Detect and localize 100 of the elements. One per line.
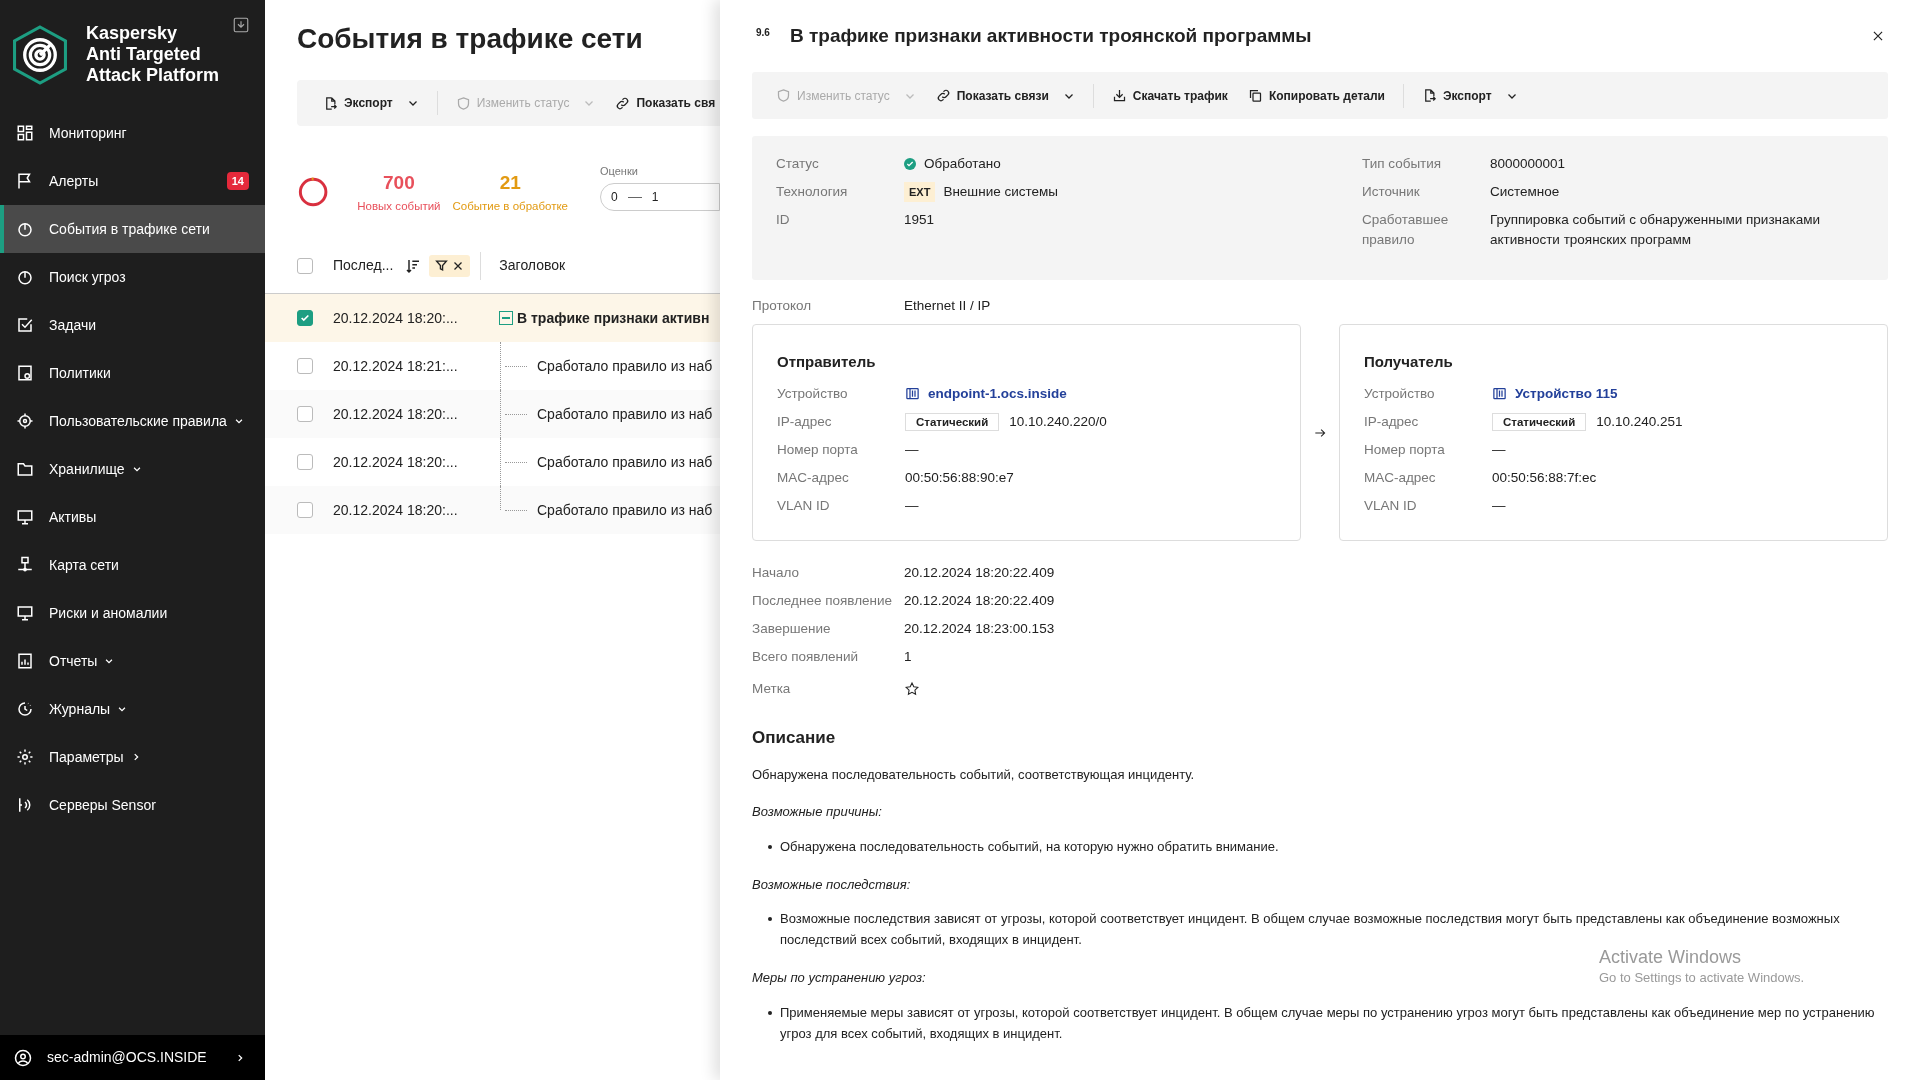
- field-label: MAC-адрес: [777, 468, 850, 487]
- power-icon: [16, 220, 34, 238]
- section-heading: Описание: [752, 727, 837, 749]
- chevron-down-icon: [233, 416, 244, 426]
- table-cell-text: В трафике признаки активн: [517, 308, 710, 328]
- activation-title: Activate Windows: [1599, 946, 1743, 968]
- field-label: Протокол: [752, 297, 813, 315]
- close-icon: [452, 259, 465, 272]
- description-text: Возможные последствия зависят от угрозы, которой соответствует инцидент. В общем случае возможные последствия могут быть представлены как объединение возможных последствий всех событий, входящих в инцидент.: [780, 910, 1841, 949]
- nav-item[interactable]: Пользовательские правила: [0, 397, 265, 445]
- checkbox[interactable]: [297, 406, 313, 422]
- table-row[interactable]: 20.12.2024 18:20:... Сработало правило из наб: [265, 390, 720, 438]
- checkbox[interactable]: [297, 454, 313, 470]
- clock-icon: [16, 700, 34, 718]
- toolbar-button[interactable]: Показать связи: [925, 79, 1085, 112]
- field-label: Технология: [776, 183, 849, 201]
- nav-item[interactable]: Журналы: [0, 685, 265, 733]
- nav-item[interactable]: Задачи: [0, 301, 265, 349]
- toolbar-button[interactable]: Показать свя: [605, 87, 720, 119]
- nav-item[interactable]: Поиск угроз: [0, 253, 265, 301]
- toolbar-button[interactable]: Копировать детали: [1237, 79, 1395, 112]
- description-subheading: Возможные причины:: [752, 803, 882, 821]
- description-text: Обнаружена последовательность событий, на которую нужно обратить внимание.: [780, 837, 1279, 856]
- nav-item[interactable]: Серверы Sensor: [0, 781, 265, 829]
- link-icon: [935, 88, 951, 103]
- description-subheading: Меры по устранению угроз:: [752, 969, 926, 987]
- checkbox[interactable]: [297, 358, 313, 374]
- nav-item[interactable]: Алерты 14: [0, 157, 265, 205]
- nav-item[interactable]: Карта сети: [0, 541, 265, 589]
- report-icon: [16, 652, 34, 670]
- stat-label: Событие в обработке: [452, 198, 568, 214]
- product-name: Kaspersky: [86, 23, 179, 44]
- checkbox[interactable]: [297, 310, 313, 326]
- chevron-down-icon: [131, 464, 142, 474]
- count-badge: 14: [226, 171, 249, 191]
- bullet-icon: [768, 844, 772, 849]
- table-cell-text: Сработало правило из наб: [537, 356, 713, 376]
- shield-icon: [455, 95, 471, 111]
- checkbox[interactable]: [297, 257, 313, 274]
- field-label: Устройство: [777, 384, 849, 403]
- field-label: Сработавшее правило: [1362, 211, 1450, 249]
- field-label: ID: [776, 211, 791, 229]
- toolbar-button[interactable]: Скачать трафик: [1101, 79, 1238, 112]
- tag: EXT: [904, 182, 936, 202]
- toolbar-button[interactable]: Экспорт: [313, 87, 429, 119]
- copy-icon: [1247, 88, 1263, 103]
- power-icon: [16, 268, 34, 286]
- nav-item[interactable]: Политики: [0, 349, 265, 397]
- field-value: —: [905, 496, 919, 515]
- field-value: Группировка событий с обнаруженными признаками активности троянских программ: [1490, 211, 1822, 249]
- device-link[interactable]: Устройство 115: [1491, 383, 1618, 404]
- field-value: 20.12.2024 18:23:00.153: [904, 620, 1055, 638]
- stat-value: 700: [383, 171, 415, 196]
- field-value: Ethernet II / IP: [904, 297, 991, 315]
- field-label: Устройство: [1363, 384, 1436, 403]
- activation-text: Go to Settings to activate Windows.: [1599, 969, 1805, 987]
- download-icon: [232, 16, 250, 34]
- close-icon: [1871, 29, 1885, 43]
- table-row[interactable]: 20.12.2024 18:20:... В трафике признаки активн: [265, 294, 720, 342]
- field-value: —: [1491, 496, 1506, 515]
- ratings-label: Оценки: [600, 163, 639, 179]
- user-icon: [14, 1048, 32, 1067]
- field-value: Обработано: [924, 155, 1001, 173]
- network-icon: [16, 556, 34, 574]
- nav-item[interactable]: Параметры: [0, 733, 265, 781]
- check-icon: [300, 313, 310, 323]
- field-label: VLAN ID: [1363, 496, 1418, 515]
- collapse-icon[interactable]: [499, 311, 513, 325]
- file-export-icon: [1422, 88, 1437, 103]
- filter-chip[interactable]: [429, 254, 471, 277]
- nav-item[interactable]: События в трафике сети: [0, 205, 265, 253]
- field-value: Внешние системы: [943, 183, 1059, 201]
- product-name: Anti Targeted: [86, 44, 202, 65]
- field-value: 8000000001: [1490, 155, 1567, 173]
- nav-item[interactable]: Мониторинг: [0, 109, 265, 157]
- server-icon: [905, 386, 920, 401]
- shield-icon: [776, 88, 791, 103]
- field-label: Тип события: [1362, 155, 1443, 173]
- tag: Статический: [905, 412, 1000, 431]
- field-value: 20.12.2024 18:20:22.409: [904, 564, 1055, 582]
- field-label: Последнее появление: [752, 592, 894, 610]
- checkbox-icon: [16, 316, 34, 334]
- bullet-icon: [768, 1010, 772, 1015]
- checkbox[interactable]: [297, 502, 313, 518]
- field-value: —: [1491, 440, 1506, 459]
- flag-icon: [16, 172, 34, 190]
- toolbar-button[interactable]: Экспорт: [1412, 79, 1528, 112]
- download-icon: [1111, 88, 1127, 103]
- device-link[interactable]: endpoint-1.ocs.inside: [905, 383, 1067, 404]
- chevron-right-icon: [235, 1052, 245, 1063]
- folder-icon: [16, 460, 34, 478]
- monitor-icon: [16, 604, 34, 622]
- table-row[interactable]: 20.12.2024 18:20:... Сработало правило из наб: [265, 486, 720, 534]
- nav-item[interactable]: Отчеты: [0, 637, 265, 685]
- nav-item[interactable]: Активы: [0, 493, 265, 541]
- nav-item[interactable]: Риски и аномалии: [0, 589, 265, 637]
- user-menu[interactable]: sec-admin@OCS.INSIDE: [0, 1035, 265, 1080]
- nav-item[interactable]: Хранилище: [0, 445, 265, 493]
- page-title: События в трафике сети: [297, 22, 644, 56]
- field-value: 1: [904, 648, 912, 666]
